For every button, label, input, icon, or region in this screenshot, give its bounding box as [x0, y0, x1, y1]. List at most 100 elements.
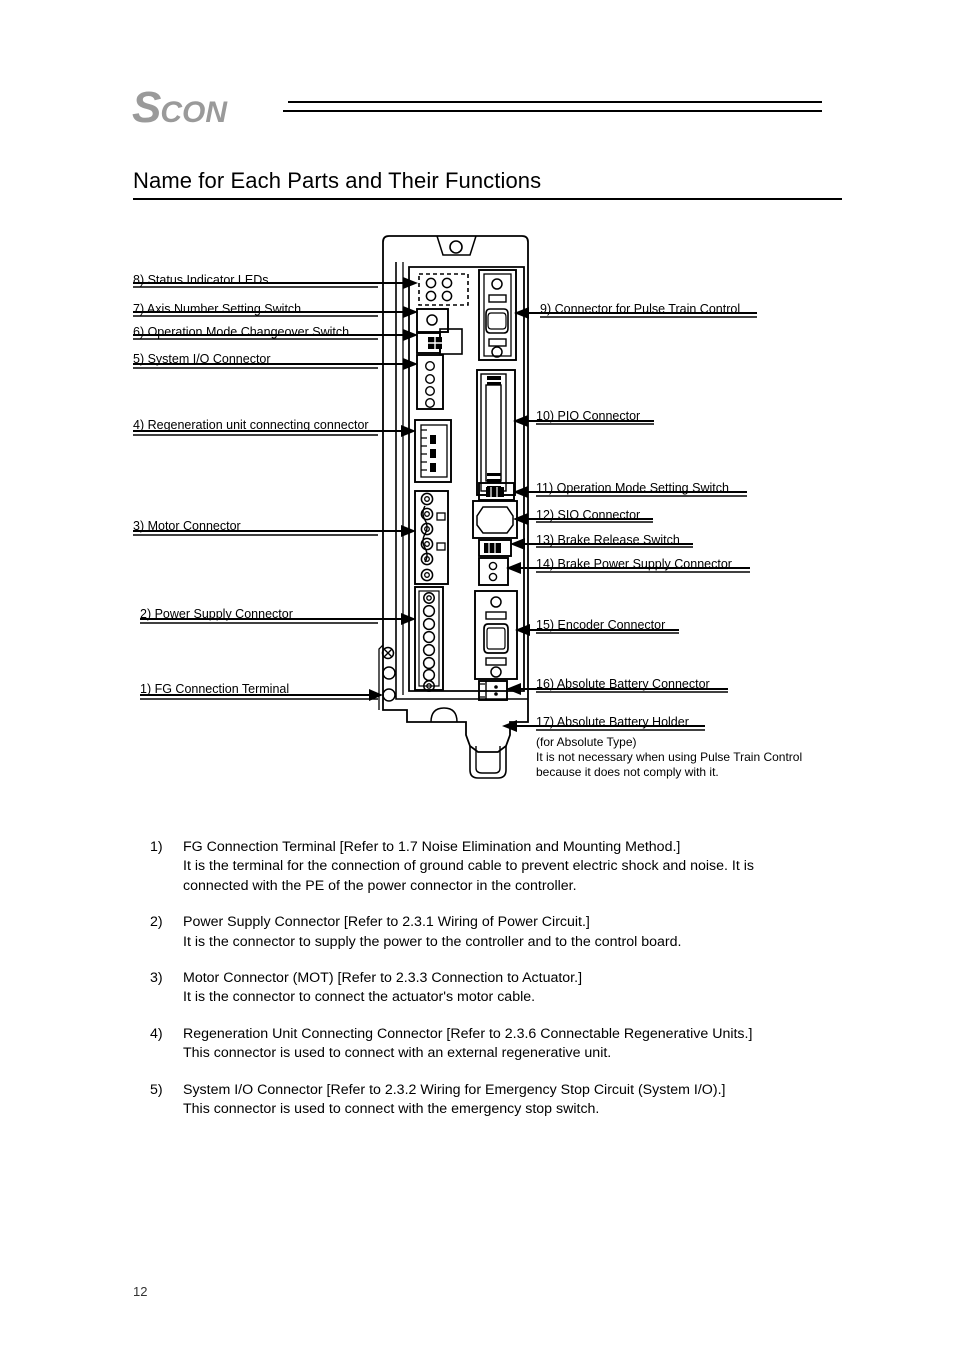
flange-screw-cross [384, 649, 392, 657]
abs-batt-pin-1 [494, 685, 498, 689]
right-callout-label-9: 17) Absolute Battery Holder [536, 715, 689, 729]
right-callout-label-4: 12) SIO Connector [536, 508, 641, 522]
encoder-bar-top [485, 611, 507, 620]
header-rule-bottom [283, 110, 822, 112]
regen-slot-3 [430, 463, 436, 472]
top-notch [436, 235, 477, 256]
description-item-line-1: Power Supply Connector [Refer to 2.3.1 W… [183, 914, 590, 931]
encoder-screw-bottom [490, 666, 502, 678]
axis-switch-dial [426, 314, 438, 326]
page-number: 12 [133, 1284, 148, 1299]
left-callout-label-2: 7) Axis Number Setting Switch [133, 302, 302, 316]
left-callout-label-4: 5) System I/O Connector [133, 352, 271, 366]
description-item-3: 3) Motor Connector (MOT) [Refer to 2.3.3 … [0, 969, 954, 1008]
regen-slot-2 [430, 449, 436, 458]
status-led-3 [425, 290, 437, 302]
regen-latch-teeth [421, 429, 427, 471]
system-io-pin-2 [425, 373, 436, 384]
brake-switch-lever [484, 543, 501, 553]
left-leader-lines [133, 282, 405, 696]
left-callout-label-3: 6) Operation Mode Changeover Switch [133, 325, 350, 339]
right-callout-label-3: 11) Operation Mode Setting Switch [536, 481, 729, 495]
pulse-train-bar-bottom [488, 338, 507, 347]
controller-diagram: 8) Status Indicator LEDs 7) Axis Number S… [0, 225, 954, 805]
battery-holder-inner [475, 746, 501, 774]
description-item-line-2: It is the connector to supply the power … [183, 933, 682, 950]
description-item-number: 1) [150, 839, 163, 855]
logo-text-con: CON [160, 96, 228, 129]
status-led-group [418, 273, 469, 306]
sio-connector-port [476, 506, 514, 534]
brake-power-pin-1 [488, 561, 498, 571]
description-item-4: 4) Regeneration Unit Connecting Connector… [0, 1025, 954, 1064]
scon-logo: SCON [132, 86, 227, 130]
description-item-number: 5) [150, 1081, 163, 1098]
title-underline [133, 198, 842, 200]
motor-latch-1 [436, 512, 446, 521]
note-line-1: (for Absolute Type) [536, 735, 637, 749]
status-led-1 [425, 277, 437, 289]
pulse-train-screw-top [491, 278, 503, 290]
description-item-number: 3) [150, 970, 163, 987]
header-rule-top [288, 101, 822, 103]
note-line-2: It is not necessary when using Pulse Tra… [536, 750, 803, 764]
right-callout-label-5: 13) Brake Release Switch [536, 533, 680, 547]
page-title: Name for Each Parts and Their Functions [133, 168, 542, 193]
bottom-arch [430, 707, 458, 723]
description-item-line-1: System I/O Connector [Refer to 2.3.2 Wir… [183, 1081, 726, 1098]
description-list: 1) FG Connection Terminal [Refer to 1.7 N… [0, 838, 954, 1136]
flange-hole-1 [382, 666, 396, 680]
description-item-line-2: It is the connector to connect the actua… [183, 989, 536, 1006]
pio-connector [476, 369, 516, 496]
system-io-pin-1 [425, 360, 436, 371]
pulse-train-dsub-inner [487, 312, 507, 330]
pulse-train-bar-top [488, 294, 507, 303]
description-item-line-1: FG Connection Terminal [Refer to 1.7 Noi… [183, 839, 681, 855]
description-item-5: 5) System I/O Connector [Refer to 2.3.2 W… [0, 1081, 954, 1120]
left-callout-label-1: 8) Status Indicator LEDs [133, 273, 269, 287]
encoder-port-inner [486, 627, 506, 650]
abs-batt-teeth [480, 683, 485, 698]
pio-connector-latch-bottom [487, 473, 501, 489]
regen-slot-1 [430, 435, 436, 444]
absolute-battery-note: (for Absolute Type) It is not necessary w… [536, 735, 802, 780]
pio-connector-latch-top [487, 376, 501, 385]
left-callout-label-7: 2) Power Supply Connector [140, 607, 293, 621]
page-header: SCON [0, 0, 954, 150]
description-item-number: 2) [150, 914, 163, 931]
brake-power-pin-2 [488, 572, 498, 582]
logo-letter-s: S [132, 83, 161, 132]
left-callout-label-5: 4) Regeneration unit connecting connecto… [133, 418, 369, 432]
right-callout-label-2: 10) PIO Connector [536, 409, 641, 423]
status-led-2 [441, 277, 453, 289]
right-callout-label-7: 15) Encoder Connector [536, 618, 666, 632]
left-arrowheads [369, 277, 418, 701]
system-io-connector [416, 354, 444, 410]
system-io-pin-3 [425, 385, 436, 396]
description-item-line-1: Regeneration Unit Connecting Connector [… [183, 1025, 753, 1042]
left-callout-label-6: 3) Motor Connector [133, 519, 241, 533]
status-led-4 [441, 290, 453, 302]
motor-connector [414, 490, 449, 585]
encoder-connector [474, 590, 518, 680]
flange-hole-2 [382, 688, 396, 702]
description-item-line-1: Motor Connector (MOT) [Refer to 2.3.3 Co… [183, 970, 583, 987]
mode-switch-lever [486, 487, 504, 497]
description-item-number: 4) [150, 1025, 163, 1042]
abs-batt-pin-2 [494, 692, 498, 696]
left-callout-label-8: 1) FG Connection Terminal [140, 682, 290, 696]
encoder-bar-bottom [485, 657, 507, 666]
right-callout-label-8: 16) Absolute Battery Connector [536, 677, 710, 691]
description-item-line-2: It is the terminal for the connection of… [183, 858, 754, 875]
description-item-line-3: connected with the PE of the power conne… [183, 877, 577, 894]
description-item-line-2: This connector is used to connect with a… [183, 1045, 612, 1062]
motor-latch-2 [436, 542, 446, 551]
pio-connector-body [485, 384, 502, 482]
description-item-line-2: This connector is used to connect with t… [183, 1101, 600, 1118]
encoder-screw-top [490, 596, 502, 608]
note-line-3: because it does not comply with it. [536, 765, 719, 779]
description-item-1: 1) FG Connection Terminal [Refer to 1.7 N… [0, 838, 954, 896]
power-terminal-holes [422, 592, 436, 692]
right-callout-label-1: 9) Connector for Pulse Train Control [540, 302, 741, 316]
system-io-pin-4 [425, 397, 436, 408]
